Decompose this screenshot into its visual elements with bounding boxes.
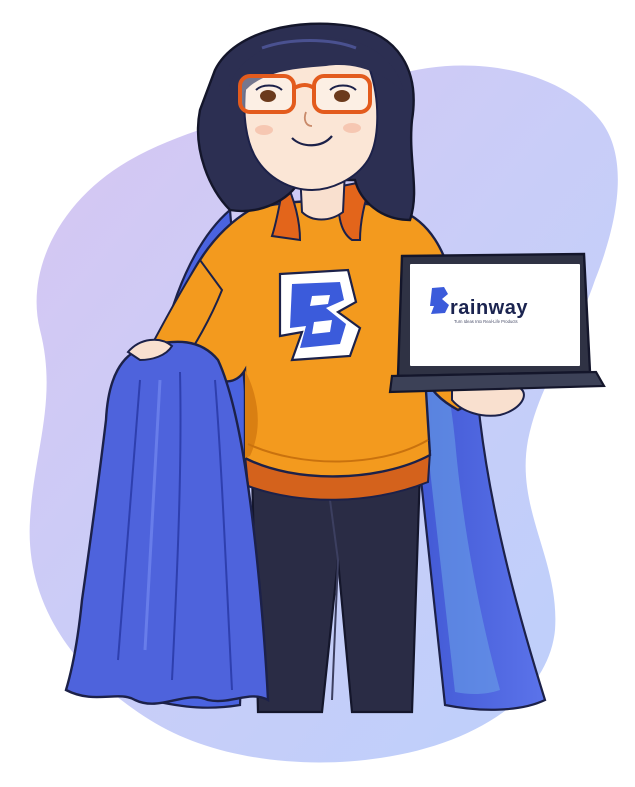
illustration-canvas: B rainway Turn Ideas Into Real-Life Prod… bbox=[29, 22, 618, 763]
left-eye bbox=[260, 90, 276, 102]
left-cheek bbox=[255, 125, 273, 135]
right-cheek bbox=[343, 123, 361, 133]
laptop-base bbox=[388, 370, 606, 394]
brand-name: rainway bbox=[450, 297, 528, 319]
laptop: B rainway Turn Ideas Into Real-Life Prod… bbox=[388, 252, 606, 394]
right-eye bbox=[334, 90, 350, 102]
brand-tagline: Turn Ideas Into Real-Life Products bbox=[454, 319, 518, 324]
